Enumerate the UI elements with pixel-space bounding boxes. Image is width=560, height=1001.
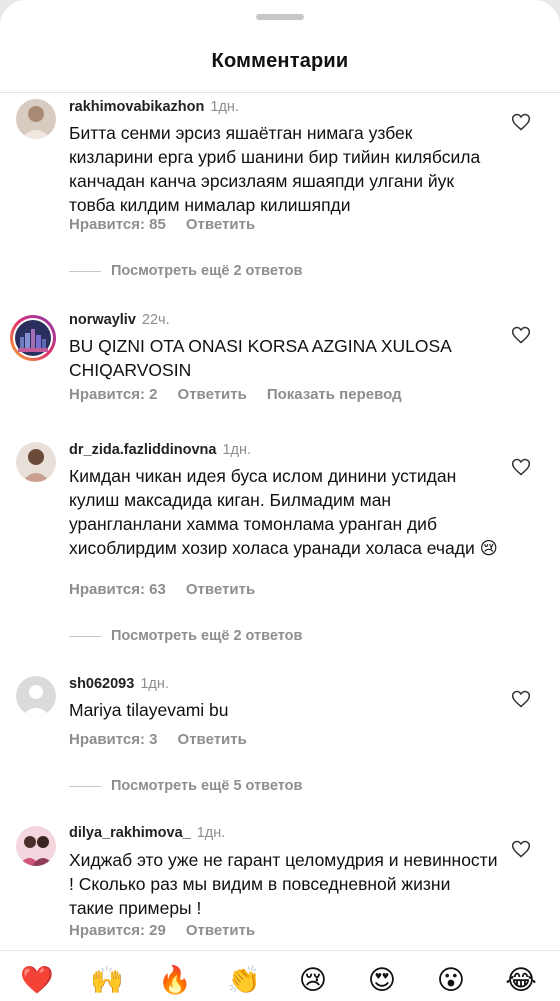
avatar-photo-icon [16,826,56,866]
reply-button[interactable]: Ответить [186,922,255,939]
likes-count[interactable]: Нравится: 3 [69,731,158,748]
avatar[interactable] [16,826,56,866]
timestamp: 22ч. [141,312,170,328]
comment-actions: Нравится: 2 Ответить Показать перевод [69,386,422,403]
emoji-crying-button[interactable]: 😢 [295,965,331,995]
username[interactable]: rakhimovabikazhon [69,99,204,115]
emoji-clap-button[interactable]: 👏 [226,965,262,995]
translate-button[interactable]: Показать перевод [267,386,402,403]
avatar-city-icon [13,318,53,358]
comment-actions: Нравится: 29 Ответить [69,922,275,939]
like-heart-icon[interactable] [511,689,531,709]
avatar[interactable] [10,315,56,361]
emoji-raising-hands-button[interactable]: 🙌 [89,965,125,995]
like-heart-icon[interactable] [511,325,531,345]
comments-sheet: Комментарии rakhimovabikazhon 1дн. Битта … [0,0,560,1001]
replies-line [69,785,101,787]
avatar-photo-icon [16,442,56,482]
avatar[interactable] [16,442,56,482]
likes-count[interactable]: Нравится: 63 [69,581,166,598]
comment-text: Кимдан чикан идея буса ислом динини усти… [69,466,498,558]
view-more-replies[interactable]: Посмотреть ещё 2 ответов [69,263,302,279]
emoji-laughing-button[interactable]: 😂 [503,965,539,995]
timestamp: 1дн. [210,99,239,115]
username[interactable]: sh062093 [69,676,134,692]
emoji-heart-button[interactable]: ❤️ [19,965,55,995]
like-heart-icon[interactable] [511,112,531,132]
comment-header: dr_zida.fazliddinovna 1дн. [69,442,251,458]
comment-text: Битта сенми эрсиз яшаётган нимага узбек … [69,123,481,215]
page-title: Комментарии [211,50,349,72]
comment-text: Mariya tilayevami bu [69,700,229,720]
replies-line [69,635,101,637]
comment-header: dilya_rakhimova_ 1дн. [69,825,225,841]
emoji-fire-button[interactable]: 🔥 [157,965,193,995]
comment-actions: Нравится: 3 Ответить [69,731,267,748]
reply-button[interactable]: Ответить [186,581,255,598]
avatar[interactable] [16,676,56,716]
timestamp: 1дн. [222,442,251,458]
comment-header: norwayliv 22ч. [69,312,170,328]
replies-line [69,270,101,272]
comment-header: rakhimovabikazhon 1дн. [69,99,239,115]
username[interactable]: norwayliv [69,312,136,328]
reply-button[interactable]: Ответить [186,216,255,233]
timestamp: 1дн. [140,676,169,692]
view-more-replies[interactable]: Посмотреть ещё 2 ответов [69,628,302,644]
comment-text: Хиджаб это уже не гарант целомудрия и не… [69,850,498,918]
comment-actions: Нравится: 63 Ответить [69,581,275,598]
timestamp: 1дн. [196,825,226,841]
comment-header: sh062093 1дн. [69,676,169,692]
likes-count[interactable]: Нравится: 2 [69,386,158,403]
drag-handle[interactable] [256,14,304,20]
view-more-replies[interactable]: Посмотреть ещё 5 ответов [69,778,302,794]
reply-button[interactable]: Ответить [178,731,247,748]
comment-text: BU QIZNI OTA ONASI KORSA AZGINA XULOSA C… [69,336,451,380]
default-avatar-icon [16,676,56,716]
username[interactable]: dr_zida.fazliddinovna [69,442,216,458]
avatar[interactable] [16,99,56,139]
comment-actions: Нравится: 85 Ответить [69,216,275,233]
emoji-surprised-button[interactable]: 😮 [433,965,469,995]
likes-count[interactable]: Нравится: 85 [69,216,166,233]
likes-count[interactable]: Нравится: 29 [69,922,166,939]
username[interactable]: dilya_rakhimova_ [69,825,191,841]
like-heart-icon[interactable] [511,839,531,859]
avatar-photo-icon [16,99,56,139]
header-divider [0,92,560,93]
like-heart-icon[interactable] [511,457,531,477]
emoji-reaction-bar: ❤️ 🙌 🔥 👏 😢 😍 😮 😂 [0,950,560,1001]
emoji-heart-eyes-button[interactable]: 😍 [364,965,400,995]
reply-button[interactable]: Ответить [178,386,247,403]
